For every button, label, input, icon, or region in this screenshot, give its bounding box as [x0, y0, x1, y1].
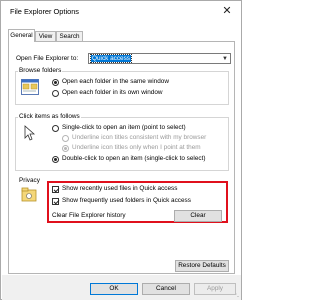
recent-files-label[interactable]: Show recently used files in Quick access	[62, 185, 177, 192]
underline-point-label: Underline icon titles only when I point …	[72, 144, 201, 151]
privacy-title: Privacy	[19, 177, 40, 184]
clear-history-label: Clear File Explorer history	[52, 212, 126, 219]
same-window-icon	[21, 79, 39, 95]
browse-own-window-label[interactable]: Open each folder in its own window	[62, 89, 163, 96]
window-title: File Explorer Options	[10, 7, 80, 16]
privacy-icon	[21, 187, 37, 202]
browse-folders-title: Browse folders	[18, 67, 63, 74]
click-single-label[interactable]: Single-click to open an item (point to s…	[62, 124, 186, 131]
browse-same-window-radio[interactable]	[52, 79, 59, 86]
recent-files-checkbox[interactable]	[52, 186, 59, 193]
file-explorer-options-dialog: File Explorer Options ✕ General View Sea…	[0, 0, 242, 300]
frequent-folders-label[interactable]: Show frequently used folders in Quick ac…	[62, 197, 191, 204]
mouse-pointer-icon	[24, 125, 36, 141]
underline-browser-label: Underline icon titles consistent with my…	[72, 134, 207, 141]
underline-browser-radio	[62, 135, 69, 142]
tab-general[interactable]: General	[8, 29, 35, 42]
ok-button[interactable]: OK	[90, 283, 138, 295]
apply-button: Apply	[194, 283, 236, 295]
title-bar[interactable]: File Explorer Options ✕	[1, 1, 241, 23]
browse-own-window-radio[interactable]	[52, 90, 59, 97]
open-explorer-selected-value: Quick access	[89, 54, 133, 63]
chevron-down-icon: ▼	[222, 56, 228, 62]
browse-same-window-label[interactable]: Open each folder in the same window	[62, 78, 169, 85]
clear-history-button[interactable]: Clear	[174, 210, 222, 222]
underline-point-radio	[62, 145, 69, 152]
browse-folders-group	[15, 71, 229, 105]
open-explorer-dropdown[interactable]: Quick access ▼	[88, 53, 231, 64]
open-explorer-label: Open File Explorer to:	[16, 55, 79, 62]
click-items-title: Click items as follows	[18, 113, 81, 120]
click-single-radio[interactable]	[52, 125, 59, 132]
cancel-button[interactable]: Cancel	[142, 283, 190, 295]
frequent-folders-checkbox[interactable]	[52, 198, 59, 205]
click-double-label[interactable]: Double-click to open an item (single-cli…	[62, 155, 206, 162]
restore-defaults-button[interactable]: Restore Defaults	[175, 260, 229, 272]
click-double-radio[interactable]	[52, 156, 59, 163]
close-icon[interactable]: ✕	[219, 4, 235, 18]
